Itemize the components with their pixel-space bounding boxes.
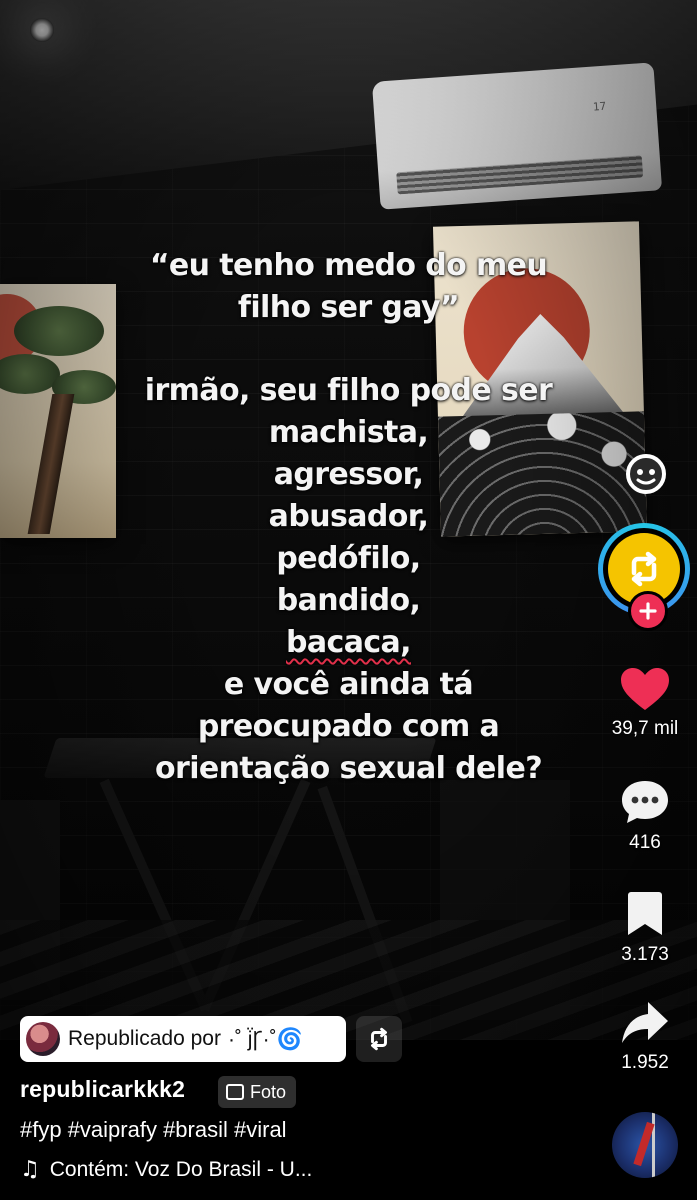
music-title: Contém: Voz Do Brasil - U... bbox=[49, 1157, 313, 1181]
caption-line: e você ainda tá bbox=[223, 667, 474, 702]
avatar bbox=[26, 1022, 60, 1056]
face-icon[interactable] bbox=[624, 452, 668, 496]
comment-button[interactable]: 416 bbox=[600, 778, 690, 854]
music-link[interactable]: ♫ Contém: Voz Do Brasil - U... bbox=[20, 1157, 312, 1182]
share-button[interactable]: 1.952 bbox=[600, 1000, 690, 1074]
caption-line: filho ser gay” bbox=[237, 290, 460, 325]
like-count: 39,7 mil bbox=[611, 718, 679, 739]
caption-line: bacaca, bbox=[0, 622, 697, 664]
music-disc[interactable] bbox=[612, 1112, 678, 1178]
post-username[interactable]: republicarkkk2 bbox=[20, 1076, 185, 1103]
bookmark-icon bbox=[628, 892, 662, 935]
caption-line: orientação sexual dele? bbox=[155, 751, 543, 786]
share-count: 1.952 bbox=[621, 1052, 669, 1073]
photo-tag-label: Foto bbox=[250, 1081, 287, 1102]
bookmark-button[interactable]: 3.173 bbox=[600, 890, 690, 966]
repost-small-button[interactable] bbox=[356, 1016, 402, 1062]
photo-background[interactable]: 17 “eu tenho medo do meu filho ser gay” … bbox=[0, 0, 697, 1040]
caption-line: agressor, bbox=[273, 457, 424, 492]
repost-small-icon bbox=[371, 1027, 387, 1051]
caption-line: “eu tenho medo do meu bbox=[149, 248, 548, 283]
plus-icon[interactable] bbox=[628, 591, 668, 631]
caption-line: preocupado com a bbox=[197, 709, 500, 744]
photo-tag: Foto bbox=[218, 1076, 297, 1108]
photo-icon bbox=[226, 1084, 244, 1100]
reposted-by-chip[interactable]: Republicado por ·˚ j̈Ꞅ·˚🌀 bbox=[20, 1016, 346, 1062]
caption-line: irmão, seu filho pode ser bbox=[144, 373, 553, 408]
heart-icon bbox=[621, 668, 669, 710]
caption-line: pedófilo, bbox=[276, 541, 421, 576]
caption-line: machista, bbox=[268, 415, 429, 450]
reposted-by-name: ·˚ j̈Ꞅ·˚🌀 bbox=[227, 1028, 303, 1051]
post-hashtags[interactable]: #fyp #vaiprafy #brasil #viral bbox=[20, 1117, 287, 1143]
comment-count: 416 bbox=[629, 832, 661, 853]
caption-quote: “eu tenho medo do meu filho ser gay” bbox=[0, 245, 697, 329]
caption-line: bandido, bbox=[276, 583, 421, 618]
share-icon bbox=[622, 1002, 668, 1043]
reposted-by-label: Republicado por bbox=[68, 1027, 221, 1050]
disc-pole bbox=[652, 1112, 655, 1178]
bookmark-count: 3.173 bbox=[621, 944, 669, 965]
comment-icon bbox=[622, 781, 668, 823]
caption-body: irmão, seu filho pode ser machista, agre… bbox=[0, 370, 697, 790]
music-note-icon: ♫ bbox=[20, 1157, 40, 1182]
like-button[interactable]: 39,7 mil bbox=[600, 666, 690, 740]
spellcheck-word: bacaca, bbox=[286, 625, 412, 660]
caption-line: abusador, bbox=[268, 499, 429, 534]
